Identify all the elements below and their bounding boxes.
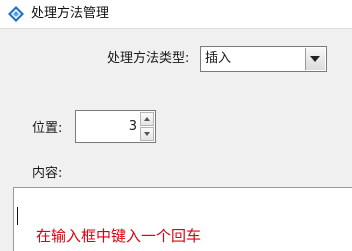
content-label: 内容: <box>32 166 63 181</box>
instruction-annotation: 在输入框中键入一个回车 <box>36 227 202 245</box>
content-textarea[interactable]: 在输入框中键入一个回车 <box>13 187 352 251</box>
arrow-down-icon <box>144 132 150 136</box>
method-type-selected-value: 插入 <box>205 51 232 66</box>
app-diamond-icon <box>8 6 24 22</box>
arrow-up-icon <box>144 117 150 121</box>
spinner-down-button[interactable] <box>140 127 154 141</box>
position-label: 位置: <box>32 121 63 136</box>
position-spinner[interactable]: 3 <box>75 110 156 143</box>
chevron-down-icon <box>310 56 320 62</box>
position-value: 3 <box>128 119 137 134</box>
window-title: 处理方法管理 <box>31 6 110 21</box>
title-bar[interactable]: 处理方法管理 <box>0 0 352 29</box>
spinner-up-button[interactable] <box>140 112 154 126</box>
method-type-select[interactable]: 插入 <box>200 46 327 72</box>
method-type-label: 处理方法类型: <box>107 51 190 66</box>
dialog-window: 处理方法管理 处理方法类型: 插入 位置: 3 内容: 在输入框中键入一个回车 <box>0 0 352 251</box>
dropdown-button[interactable] <box>305 48 325 70</box>
text-caret <box>17 207 18 225</box>
